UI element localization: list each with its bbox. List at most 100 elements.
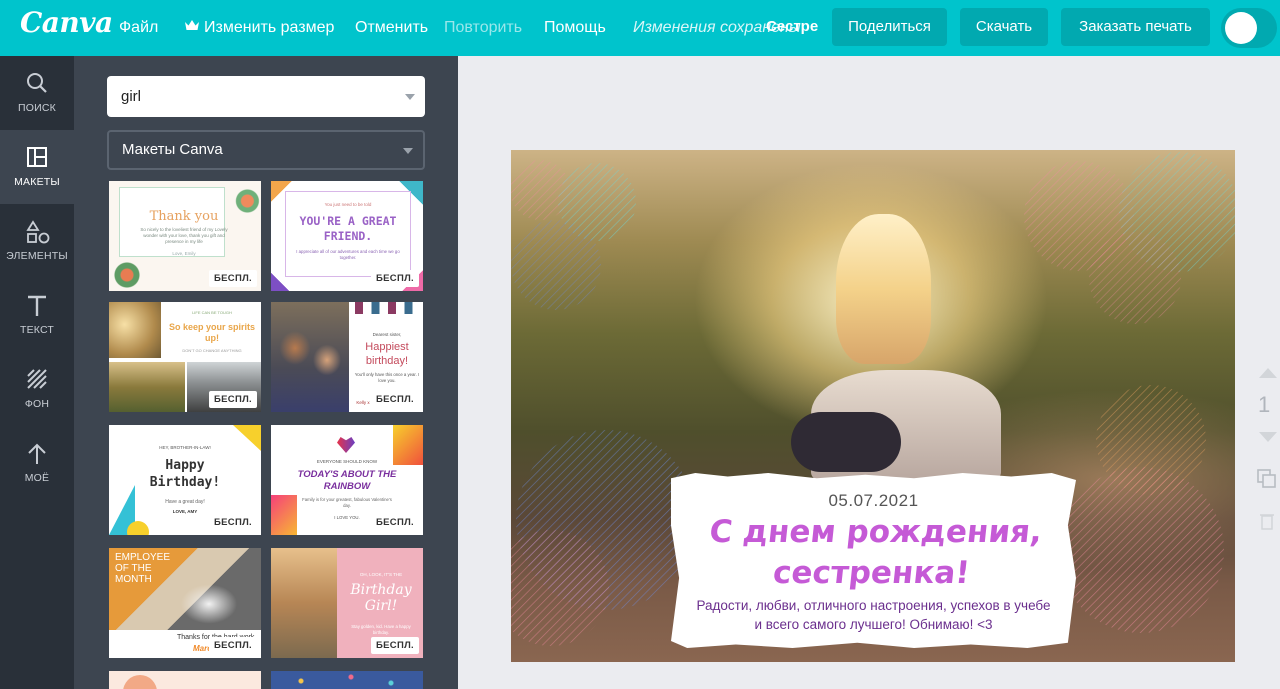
sidebar-item-label: МАКЕТЫ: [14, 176, 60, 188]
sidebar-item-label: ФОН: [24, 398, 50, 410]
help-menu[interactable]: Помощь: [544, 19, 606, 37]
template-body: Family is for your greatest, fabulous Va…: [302, 497, 392, 508]
top-toolbar: Canva Файл Изменить размер Отменить Повт…: [0, 0, 1280, 56]
sidebar-item-text[interactable]: ТЕКСТ: [0, 278, 74, 352]
template-filter-select[interactable]: Макеты Canva: [107, 130, 425, 170]
text-icon: [28, 295, 46, 316]
free-badge: БЕСПЛ.: [209, 637, 257, 654]
template-body: Stay golden, kid. Have a happy birthday.: [351, 624, 411, 635]
heart-icon: [337, 437, 355, 453]
sidebar-item-background[interactable]: ФОН: [0, 352, 74, 426]
free-badge: БЕСПЛ.: [371, 514, 419, 531]
filter-value: Макеты Canva: [122, 141, 223, 158]
template-signature: Love, Emily: [172, 251, 196, 256]
resize-menu[interactable]: Изменить размер: [184, 19, 334, 37]
free-badge: БЕСПЛ.: [209, 514, 257, 531]
page-up-icon[interactable]: [1259, 368, 1277, 378]
template-kicker: LIFE CAN BE TOUGH: [192, 310, 232, 315]
template-title: Birthday Girl!: [350, 582, 412, 614]
undo-button[interactable]: Отменить: [355, 19, 428, 37]
circle-decoration: [127, 521, 149, 535]
template-thumbnail[interactable]: EVERYONE SHOULD KNOW TODAY'S ABOUT THE R…: [271, 425, 423, 535]
template-thumbnail[interactable]: OH, LOOK, IT'S THE Birthday Girl! Stay g…: [271, 548, 423, 658]
templates-panel: Макеты Canva Thank you So nicely to the …: [74, 56, 458, 689]
template-photo: [109, 302, 161, 358]
template-thumbnail[interactable]: [109, 671, 261, 689]
template-body: You'll only have this once a year. I lov…: [354, 372, 420, 383]
template-thumbnail[interactable]: [271, 671, 423, 689]
template-body: So nicely to the loveliest friend of my …: [140, 227, 228, 244]
free-badge: БЕСПЛ.: [371, 270, 419, 287]
page-number: 1: [1258, 392, 1271, 417]
page-down-icon[interactable]: [1259, 432, 1277, 442]
sidebar-item-elements[interactable]: ЭЛЕМЕНТЫ: [0, 204, 74, 278]
template-photo: [109, 362, 185, 412]
download-button[interactable]: Скачать: [960, 8, 1048, 46]
template-title: Happy Birthday!: [149, 458, 221, 490]
trash-icon[interactable]: [1259, 512, 1275, 530]
shapes-icon: [26, 220, 50, 244]
resize-menu-label: Изменить размер: [204, 19, 335, 36]
template-kicker: You just need to be told: [324, 202, 372, 207]
canva-logo[interactable]: Canva: [20, 6, 113, 39]
template-thumbnail[interactable]: LIFE CAN BE TOUGH So keep your spirits u…: [109, 302, 261, 412]
design-canvas[interactable]: 05.07.2021 С днем рождения, сестренка! Р…: [511, 150, 1235, 662]
template-thumbnail[interactable]: HEY, BROTHER-IN-LAW! Happy Birthday! Hav…: [109, 425, 261, 535]
confetti-decoration: [271, 671, 423, 689]
file-menu[interactable]: Файл: [119, 19, 158, 37]
template-thumbnail[interactable]: Thank you So nicely to the loveliest fri…: [109, 181, 261, 291]
template-kicker: Dearest sister,: [372, 332, 402, 337]
design-title[interactable]: С днем рождения, сестренка!: [667, 512, 1081, 594]
template-body: DON'T GO CHANGE ANYTHING: [182, 348, 242, 353]
print-button[interactable]: Заказать печать: [1061, 8, 1210, 46]
design-wish-text[interactable]: Радости, любви, отличного настроения, ус…: [691, 596, 1056, 634]
template-thumbnail[interactable]: EMPLOYEE OF THE MONTH Thanks for the har…: [109, 548, 261, 658]
search-box[interactable]: [107, 76, 425, 117]
bunting-decoration: [355, 302, 421, 314]
upload-icon: [28, 443, 46, 464]
template-kicker: OH, LOOK, IT'S THE: [359, 572, 403, 577]
search-input[interactable]: [121, 76, 391, 117]
sidebar-item-layouts[interactable]: МАКЕТЫ: [0, 130, 74, 204]
circle-decoration: [123, 675, 157, 689]
template-title: EMPLOYEE OF THE MONTH: [115, 552, 171, 585]
sidebar-item-label: ТЕКСТ: [19, 324, 55, 336]
design-title-line: С днем рождения,: [707, 514, 1044, 550]
document-title[interactable]: Сестре: [766, 18, 818, 35]
account-toggle[interactable]: [1221, 8, 1277, 48]
design-workspace: 05.07.2021 С днем рождения, сестренка! Р…: [458, 56, 1280, 689]
free-badge: БЕСПЛ.: [209, 391, 257, 408]
flower-decoration: [111, 259, 151, 291]
free-badge: БЕСПЛ.: [371, 637, 419, 654]
crown-icon: [184, 19, 200, 34]
template-title: So keep your spirits up!: [168, 322, 256, 343]
sidebar-item-label: ПОИСК: [18, 102, 56, 114]
search-icon: [27, 73, 47, 93]
template-kicker: EVERYONE SHOULD KNOW: [316, 459, 378, 464]
design-date[interactable]: 05.07.2021: [671, 491, 1076, 511]
template-kicker: HEY, BROTHER-IN-LAW!: [159, 445, 211, 450]
template-thumbnail[interactable]: You just need to be told YOU'RE A GREAT …: [271, 181, 423, 291]
sidebar-item-uploads[interactable]: МОЁ: [0, 426, 74, 500]
sidebar-item-label: МОЁ: [24, 472, 50, 484]
sidebar-item-search[interactable]: ПОИСК: [0, 56, 74, 130]
chevron-down-icon[interactable]: [405, 94, 415, 100]
template-signature: Kelly x: [356, 400, 370, 405]
toggle-knob: [1225, 12, 1257, 44]
template-title: TODAY'S ABOUT THE RAINBOW: [297, 469, 397, 492]
free-badge: БЕСПЛ.: [371, 391, 419, 408]
share-button[interactable]: Поделиться: [832, 8, 947, 46]
background-icon: [27, 369, 47, 389]
template-title: Happiest birthday!: [365, 341, 409, 367]
chevron-down-icon: [403, 148, 413, 154]
sidebar: ПОИСК МАКЕТЫ ЭЛЕМЕНТЫ ТЕКСТ ФОН МОЁ: [0, 56, 74, 689]
template-body: Have a great day!: [165, 499, 205, 505]
design-title-line: сестренка!: [771, 555, 972, 591]
template-thumbnail[interactable]: Dearest sister, Happiest birthday! You'l…: [271, 302, 423, 412]
template-photo: [271, 548, 337, 658]
redo-button[interactable]: Повторить: [444, 19, 522, 37]
copy-page-icon[interactable]: [1257, 469, 1277, 489]
template-title: YOU'RE A GREAT FRIEND.: [299, 214, 397, 243]
corner-decoration: [271, 495, 297, 535]
template-title: Thank you: [149, 209, 219, 224]
